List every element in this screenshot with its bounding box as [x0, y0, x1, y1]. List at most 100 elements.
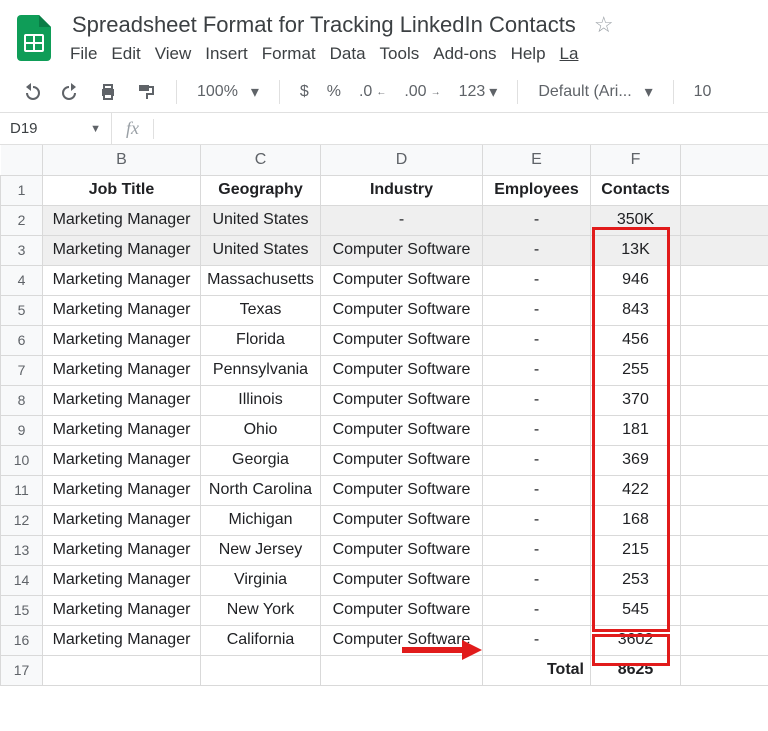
- cell[interactable]: Marketing Manager: [43, 235, 201, 265]
- currency-button[interactable]: $: [294, 79, 315, 105]
- cell[interactable]: -: [483, 355, 591, 385]
- cell[interactable]: 545: [591, 595, 681, 625]
- cell[interactable]: [681, 415, 768, 445]
- cell[interactable]: [681, 565, 768, 595]
- cell[interactable]: Computer Software: [321, 265, 483, 295]
- cell[interactable]: 3602: [591, 625, 681, 655]
- menu-help[interactable]: Help: [511, 44, 546, 64]
- cell[interactable]: Computer Software: [321, 295, 483, 325]
- cell[interactable]: Marketing Manager: [43, 355, 201, 385]
- cell[interactable]: Marketing Manager: [43, 385, 201, 415]
- name-box[interactable]: D19▼: [0, 113, 112, 144]
- column-header[interactable]: [681, 145, 768, 175]
- total-label[interactable]: Total: [483, 655, 591, 685]
- menu-format[interactable]: Format: [262, 44, 316, 64]
- cell[interactable]: -: [483, 565, 591, 595]
- cell[interactable]: Michigan: [201, 505, 321, 535]
- cell[interactable]: -: [483, 325, 591, 355]
- star-icon[interactable]: ☆: [594, 12, 614, 38]
- header-employees[interactable]: Employees: [483, 175, 591, 205]
- cell[interactable]: [681, 295, 768, 325]
- row-header[interactable]: 9: [1, 415, 43, 445]
- row-header[interactable]: 12: [1, 505, 43, 535]
- spreadsheet-grid[interactable]: BCDEF 1 Job Title Geography Industry Emp…: [0, 145, 768, 686]
- menu-file[interactable]: File: [70, 44, 97, 64]
- cell[interactable]: 255: [591, 355, 681, 385]
- cell[interactable]: -: [483, 235, 591, 265]
- cell[interactable]: 253: [591, 565, 681, 595]
- cell[interactable]: 215: [591, 535, 681, 565]
- menu-edit[interactable]: Edit: [111, 44, 140, 64]
- header-geography[interactable]: Geography: [201, 175, 321, 205]
- cell[interactable]: -: [483, 595, 591, 625]
- cell[interactable]: Marketing Manager: [43, 265, 201, 295]
- cell[interactable]: -: [483, 475, 591, 505]
- doc-title[interactable]: Spreadsheet Format for Tracking LinkedIn…: [68, 10, 580, 40]
- cell[interactable]: -: [483, 535, 591, 565]
- cell[interactable]: Georgia: [201, 445, 321, 475]
- cell[interactable]: Massachusetts: [201, 265, 321, 295]
- column-header[interactable]: B: [43, 145, 201, 175]
- cell[interactable]: -: [483, 625, 591, 655]
- cell[interactable]: [681, 505, 768, 535]
- row-header[interactable]: 1: [1, 175, 43, 205]
- cell[interactable]: [681, 655, 768, 685]
- font-select[interactable]: Default (Ari... ▾: [532, 78, 658, 106]
- cell[interactable]: Computer Software: [321, 505, 483, 535]
- cell[interactable]: [681, 235, 768, 265]
- cell[interactable]: -: [483, 385, 591, 415]
- cell[interactable]: New York: [201, 595, 321, 625]
- header-job-title[interactable]: Job Title: [43, 175, 201, 205]
- row-header[interactable]: 2: [1, 205, 43, 235]
- menu-addons[interactable]: Add-ons: [433, 44, 496, 64]
- cell[interactable]: Marketing Manager: [43, 415, 201, 445]
- cell[interactable]: -: [483, 505, 591, 535]
- font-size[interactable]: 10: [688, 79, 718, 105]
- cell[interactable]: 369: [591, 445, 681, 475]
- cell[interactable]: Marketing Manager: [43, 535, 201, 565]
- cell[interactable]: [681, 355, 768, 385]
- cell[interactable]: [681, 595, 768, 625]
- cell[interactable]: 370: [591, 385, 681, 415]
- cell[interactable]: 422: [591, 475, 681, 505]
- cell[interactable]: North Carolina: [201, 475, 321, 505]
- header-industry[interactable]: Industry: [321, 175, 483, 205]
- cell[interactable]: Florida: [201, 325, 321, 355]
- cell[interactable]: [681, 325, 768, 355]
- menu-last[interactable]: La: [560, 44, 579, 64]
- cell[interactable]: [43, 655, 201, 685]
- cell[interactable]: Marketing Manager: [43, 565, 201, 595]
- menu-insert[interactable]: Insert: [205, 44, 248, 64]
- cell[interactable]: [321, 655, 483, 685]
- cell[interactable]: Computer Software: [321, 415, 483, 445]
- cell[interactable]: Computer Software: [321, 625, 483, 655]
- cell[interactable]: Marketing Manager: [43, 625, 201, 655]
- cell[interactable]: [681, 445, 768, 475]
- cell[interactable]: Pennsylvania: [201, 355, 321, 385]
- cell[interactable]: 350K: [591, 205, 681, 235]
- row-header[interactable]: 4: [1, 265, 43, 295]
- cell[interactable]: New Jersey: [201, 535, 321, 565]
- cell[interactable]: Marketing Manager: [43, 505, 201, 535]
- cell[interactable]: -: [483, 445, 591, 475]
- cell[interactable]: Computer Software: [321, 385, 483, 415]
- row-header[interactable]: 6: [1, 325, 43, 355]
- cell[interactable]: [681, 175, 768, 205]
- cell[interactable]: 13K: [591, 235, 681, 265]
- cell[interactable]: Marketing Manager: [43, 475, 201, 505]
- row-header[interactable]: 3: [1, 235, 43, 265]
- cell[interactable]: 456: [591, 325, 681, 355]
- row-header[interactable]: 15: [1, 595, 43, 625]
- cell[interactable]: Texas: [201, 295, 321, 325]
- zoom-select[interactable]: 100% ▾: [191, 78, 265, 106]
- cell[interactable]: [681, 385, 768, 415]
- row-header[interactable]: 14: [1, 565, 43, 595]
- select-all-corner[interactable]: [1, 145, 43, 175]
- row-header[interactable]: 13: [1, 535, 43, 565]
- menu-view[interactable]: View: [155, 44, 192, 64]
- dec-increase-icon[interactable]: .00→: [398, 79, 446, 105]
- cell[interactable]: Marketing Manager: [43, 595, 201, 625]
- row-header[interactable]: 7: [1, 355, 43, 385]
- cell[interactable]: California: [201, 625, 321, 655]
- cell[interactable]: Ohio: [201, 415, 321, 445]
